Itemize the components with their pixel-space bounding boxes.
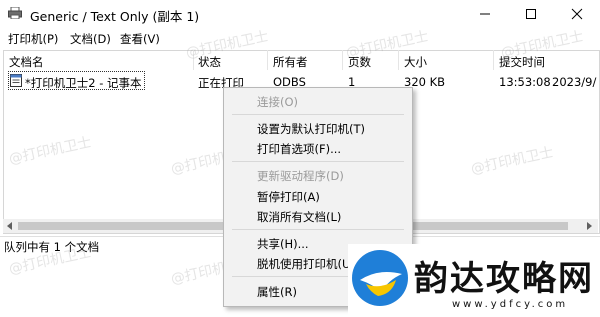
minimize-icon (480, 13, 490, 15)
menu-document[interactable]: 文档(D) (70, 31, 111, 47)
column-divider[interactable] (398, 50, 399, 70)
job-name[interactable]: *打印机卫士2 - 记事本 (25, 75, 142, 91)
menu-item-use-offline[interactable]: 脱机使用打印机(U) (257, 256, 355, 272)
printer-icon (8, 7, 22, 19)
menu-item-update-driver[interactable]: 更新驱动程序(D) (257, 168, 344, 184)
menu-item-cancel-all[interactable]: 取消所有文档(L) (257, 209, 341, 225)
column-divider[interactable] (342, 50, 343, 70)
menu-item-printing-preferences[interactable]: 打印首选项(F)... (257, 141, 341, 157)
logo-url: www.ydfcy.com (452, 299, 569, 310)
column-header-size[interactable]: 大小 (404, 54, 427, 70)
menu-item-pause-printing[interactable]: 暂停打印(A) (257, 189, 320, 205)
logo-text: 韵达攻略网 (414, 259, 594, 299)
menu-printer[interactable]: 打印机(P) (8, 31, 58, 47)
menu-view[interactable]: 查看(V) (120, 31, 160, 47)
job-date: 2023/9/ (552, 75, 597, 89)
menu-separator (232, 114, 404, 115)
scroll-left-icon[interactable] (6, 222, 14, 230)
logo-bird-icon (360, 272, 402, 296)
column-divider[interactable] (267, 50, 268, 70)
menu-item-connect[interactable]: 连接(O) (257, 94, 298, 110)
menu-item-sharing[interactable]: 共享(H)... (257, 236, 309, 252)
menu-item-properties[interactable]: 属性(R) (257, 284, 297, 300)
close-icon (571, 8, 583, 20)
column-header-document[interactable]: 文档名 (9, 54, 44, 70)
maximize-button[interactable] (508, 0, 554, 28)
job-time: 13:53:08 (499, 75, 551, 89)
document-icon (10, 74, 22, 87)
column-header-owner[interactable]: 所有者 (273, 54, 308, 70)
scroll-right-icon[interactable] (585, 222, 593, 230)
menu-item-set-default[interactable]: 设置为默认打印机(T) (257, 121, 365, 137)
column-divider[interactable] (493, 50, 494, 70)
maximize-icon (526, 9, 536, 19)
menu-separator (232, 229, 404, 230)
minimize-button[interactable] (462, 0, 508, 28)
close-button[interactable] (554, 0, 600, 28)
window-title: Generic / Text Only (副本 1) (30, 9, 200, 24)
menu-separator (232, 161, 404, 162)
